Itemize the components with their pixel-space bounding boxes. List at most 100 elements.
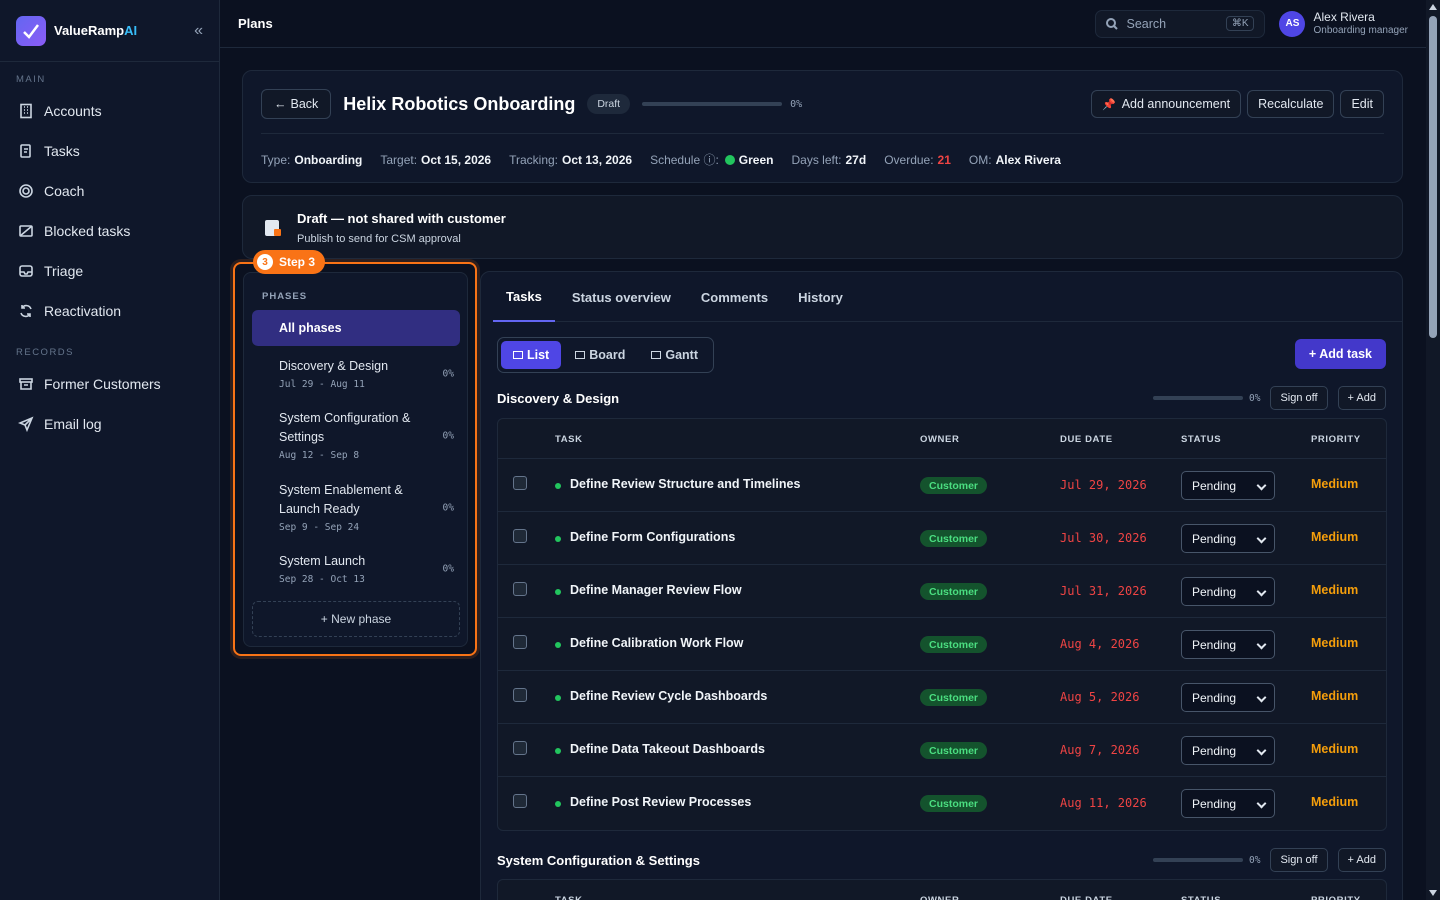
- add-task-button[interactable]: + Add task: [1294, 339, 1386, 369]
- chevron-down-icon: [1256, 533, 1267, 544]
- phase-item[interactable]: System Configuration & Settings Aug 12 -…: [279, 409, 454, 463]
- task-name[interactable]: Define Form Configurations: [570, 530, 735, 544]
- task-status-dot: [555, 748, 561, 754]
- sidebar-item-blocked-tasks[interactable]: Blocked tasks: [0, 211, 219, 251]
- page-scrollbar[interactable]: [1426, 0, 1440, 900]
- priority: Medium: [1311, 530, 1359, 544]
- plan-days-left: 27d: [845, 152, 867, 167]
- add-announcement-button[interactable]: 📌 Add announcement: [1091, 90, 1242, 118]
- view-gantt-button[interactable]: Gantt: [639, 341, 710, 369]
- task-checkbox[interactable]: [513, 794, 527, 808]
- phases-panel: PHASES All phases Discovery & Design Jul…: [243, 272, 468, 647]
- task-name[interactable]: Define Calibration Work Flow: [570, 636, 743, 650]
- task-name[interactable]: Define Post Review Processes: [570, 795, 751, 809]
- add-button[interactable]: + Add: [1337, 848, 1386, 872]
- group-header: Discovery & Design 0% Sign off + Add: [497, 385, 1386, 411]
- table-header: TASK OWNER DUE DATE STATUS PRIORITY: [498, 419, 1386, 459]
- task-table: TASK OWNER DUE DATE STATUS PRIORITY Defi…: [497, 418, 1387, 831]
- group-title: Discovery & Design: [497, 390, 620, 406]
- scroll-thumb[interactable]: [1429, 16, 1437, 338]
- table-row[interactable]: Define Manager Review Flow Customer Jul …: [498, 565, 1386, 618]
- sidebar-item-reactivation[interactable]: Reactivation: [0, 291, 219, 331]
- task-checkbox[interactable]: [513, 476, 527, 490]
- tab-bar: Tasks Status overview Comments History: [493, 272, 1402, 322]
- task-panel: Tasks Status overview Comments History L…: [480, 271, 1403, 900]
- owner-badge: Customer: [920, 636, 988, 653]
- task-status-dot: [555, 695, 561, 701]
- status-select[interactable]: Pending: [1181, 524, 1275, 553]
- view-board-button[interactable]: Board: [563, 341, 637, 369]
- clipboard-icon: [20, 144, 31, 158]
- recalculate-button[interactable]: Recalculate: [1247, 90, 1335, 118]
- list-icon: [513, 351, 523, 359]
- sidebar-item-former-customers[interactable]: Former Customers: [0, 364, 219, 404]
- plan-meta: Type: Onboarding Target: Oct 15, 2026 Trac…: [261, 152, 1061, 168]
- table-header: TASK OWNER DUE DATE STATUS PRIORITY: [498, 880, 1386, 900]
- status-select[interactable]: Pending: [1181, 471, 1275, 500]
- tab-history[interactable]: History: [785, 272, 856, 322]
- phase-all[interactable]: All phases: [252, 310, 460, 346]
- table-row[interactable]: Define Calibration Work Flow Customer Au…: [498, 618, 1386, 671]
- task-status-dot: [555, 642, 561, 648]
- user-menu[interactable]: AS Alex Rivera Onboarding manager: [1279, 10, 1408, 37]
- priority: Medium: [1311, 636, 1359, 650]
- table-row[interactable]: Define Post Review Processes Customer Au…: [498, 777, 1386, 830]
- sign-off-button[interactable]: Sign off: [1270, 386, 1328, 410]
- task-name[interactable]: Define Manager Review Flow: [570, 583, 742, 597]
- sidebar-item-coach[interactable]: Coach: [0, 171, 219, 211]
- back-button[interactable]: ← Back: [261, 89, 332, 119]
- brand-name: ValueRampAI: [54, 23, 138, 38]
- refresh-icon: [20, 304, 32, 318]
- sidebar-item-triage[interactable]: Triage: [0, 251, 219, 291]
- table-row[interactable]: Define Form Configurations Customer Jul …: [498, 512, 1386, 565]
- table-row[interactable]: Define Review Structure and Timelines Cu…: [498, 459, 1386, 512]
- task-checkbox[interactable]: [513, 688, 527, 702]
- tab-status-overview[interactable]: Status overview: [559, 272, 684, 322]
- scroll-up-icon[interactable]: [1429, 4, 1437, 10]
- table-row[interactable]: Define Data Takeout Dashboards Customer …: [498, 724, 1386, 777]
- status-select[interactable]: Pending: [1181, 683, 1275, 712]
- status-select[interactable]: Pending: [1181, 630, 1275, 659]
- new-phase-button[interactable]: + New phase: [252, 601, 460, 637]
- status-select[interactable]: Pending: [1181, 736, 1275, 765]
- priority: Medium: [1311, 795, 1359, 809]
- section-label-records: RECORDS: [16, 347, 75, 358]
- task-name[interactable]: Define Review Cycle Dashboards: [570, 689, 767, 703]
- search-icon: [1106, 17, 1119, 30]
- task-checkbox[interactable]: [513, 582, 527, 596]
- phase-item[interactable]: System Launch Sep 28 - Oct 13 0%: [279, 552, 454, 586]
- task-name[interactable]: Define Data Takeout Dashboards: [570, 742, 765, 756]
- tab-tasks[interactable]: Tasks: [493, 272, 555, 322]
- add-button[interactable]: + Add: [1337, 386, 1386, 410]
- avatar: AS: [1279, 10, 1306, 37]
- task-name[interactable]: Define Review Structure and Timelines: [570, 477, 800, 491]
- tab-comments[interactable]: Comments: [688, 272, 781, 322]
- status-select[interactable]: Pending: [1181, 789, 1275, 818]
- task-checkbox[interactable]: [513, 741, 527, 755]
- search-input[interactable]: Search ⌘K: [1095, 9, 1266, 38]
- plan-om: Alex Rivera: [995, 152, 1061, 167]
- phase-item[interactable]: Discovery & Design Jul 29 - Aug 11 0%: [279, 357, 454, 391]
- sidebar-item-tasks[interactable]: Tasks: [0, 131, 219, 171]
- group-header: System Configuration & Settings 0% Sign …: [497, 847, 1386, 873]
- search-shortcut: ⌘K: [1225, 16, 1255, 31]
- plan-overdue: 21: [937, 152, 951, 167]
- document-icon: [265, 220, 281, 236]
- chevron-down-icon: [1256, 639, 1267, 650]
- sign-off-button[interactable]: Sign off: [1270, 848, 1328, 872]
- view-list-button[interactable]: List: [501, 341, 562, 369]
- edit-button[interactable]: Edit: [1340, 90, 1384, 118]
- sidebar-item-accounts[interactable]: Accounts: [0, 91, 219, 131]
- phase-item[interactable]: System Enablement & Launch Ready Sep 9 -…: [279, 481, 454, 535]
- table-row[interactable]: Define Review Cycle Dashboards Customer …: [498, 671, 1386, 724]
- task-checkbox[interactable]: [513, 635, 527, 649]
- plan-title: Helix Robotics Onboarding: [343, 93, 576, 114]
- status-select[interactable]: Pending: [1181, 577, 1275, 606]
- schedule-status-dot: [724, 155, 735, 165]
- collapse-sidebar-icon[interactable]: «: [194, 22, 203, 40]
- task-checkbox[interactable]: [513, 529, 527, 543]
- scroll-down-icon[interactable]: [1429, 890, 1437, 896]
- chevron-down-icon: [1256, 480, 1267, 491]
- task-status-dot: [555, 589, 561, 595]
- sidebar-item-email-log[interactable]: Email log: [0, 404, 219, 444]
